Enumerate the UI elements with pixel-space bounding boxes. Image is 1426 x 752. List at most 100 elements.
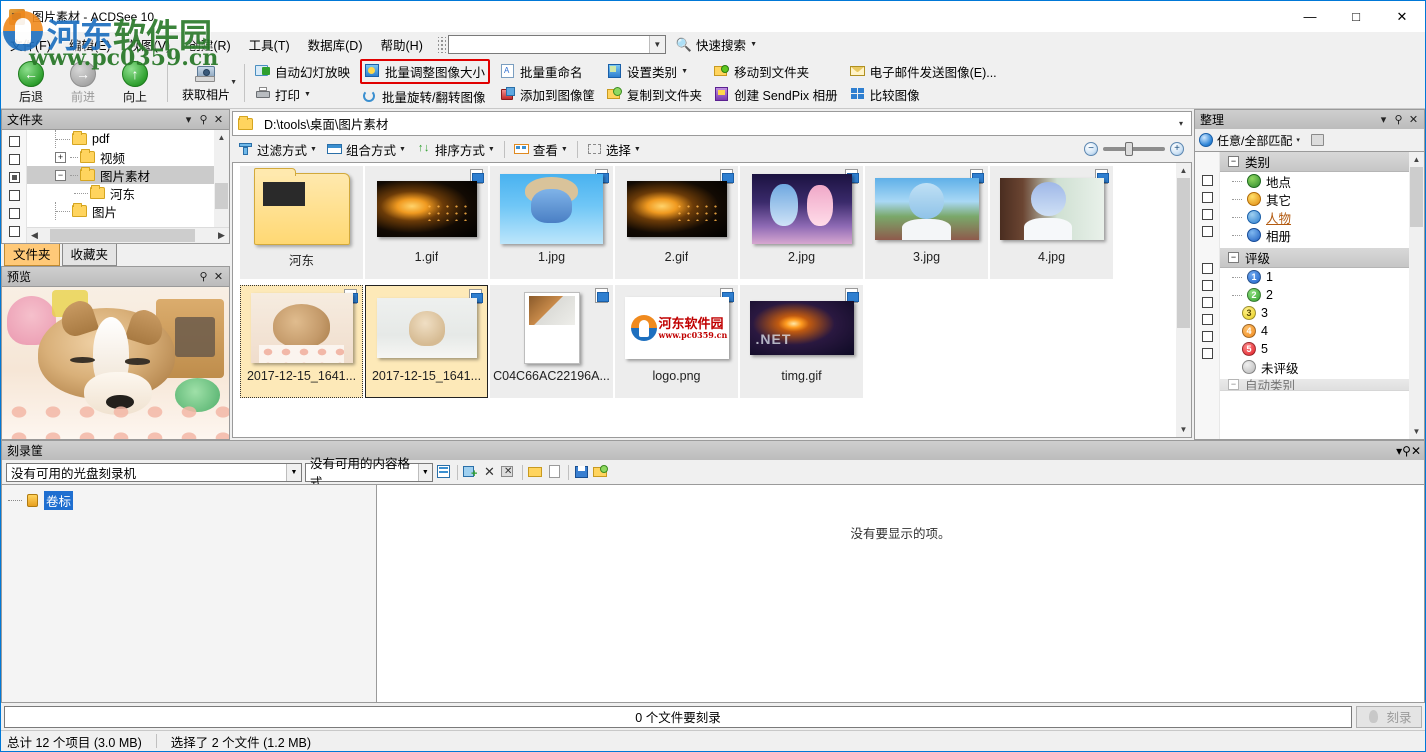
match-mode-label[interactable]: 任意/全部匹配 [1217, 132, 1292, 149]
folder-checkbox[interactable] [8, 226, 20, 237]
zoom-out-button[interactable]: − [1084, 142, 1098, 156]
chevron-down-icon[interactable]: ▼ [634, 146, 641, 153]
chevron-down-icon[interactable]: ▼ [399, 146, 406, 153]
rating-checkbox[interactable] [1201, 348, 1213, 359]
add-files-icon[interactable]: + [463, 464, 479, 480]
thumbnail-item[interactable]: 1.gif [365, 166, 488, 279]
vscroll-track[interactable] [214, 145, 229, 228]
menu-database[interactable]: 数据库(D) [299, 32, 372, 57]
group-header-categories[interactable]: − 类别 [1220, 152, 1424, 172]
category-checkbox[interactable] [1201, 192, 1213, 203]
burn-volume-tree[interactable]: 卷标 [1, 484, 376, 703]
thumbnail-item[interactable]: 3.jpg [865, 166, 988, 279]
scroll-down-icon[interactable]: ▼ [1176, 422, 1191, 437]
category-item-other[interactable]: 其它 [1220, 190, 1424, 208]
format-select[interactable]: 没有可用的内容格式 ▼ [305, 457, 433, 490]
scroll-up-icon[interactable]: ▲ [1409, 152, 1424, 167]
back-button[interactable]: 后退 [5, 60, 57, 105]
menu-tools[interactable]: 工具(T) [240, 32, 299, 57]
remove-icon[interactable]: ✕ [482, 464, 498, 480]
quick-search-button[interactable]: 🔍 快速搜索 ▼ [676, 35, 757, 54]
scroll-up-icon[interactable]: ▲ [1176, 163, 1191, 178]
filter-by-button[interactable]: 过滤方式 ▼ [234, 138, 321, 161]
vscroll-track[interactable] [1409, 167, 1424, 424]
set-category-button[interactable]: 设置类别 ▼ [603, 61, 706, 82]
sort-by-button[interactable]: ↑ ↓ 排序方式 ▼ [412, 138, 499, 161]
category-item-album[interactable]: 相册 [1220, 226, 1424, 244]
close-button[interactable]: ✕ [1379, 1, 1425, 32]
vscroll-track[interactable] [1176, 178, 1191, 422]
batch-rotate-button[interactable]: 批量旋转/翻转图像 [358, 86, 492, 107]
scroll-right-icon[interactable]: ▶ [214, 230, 229, 241]
thumbnail-item[interactable]: C04C66AC22196A... [490, 285, 613, 398]
grid-vscrollbar[interactable]: ▲ ▼ [1176, 163, 1191, 437]
chevron-down-icon[interactable]: ▼ [304, 91, 311, 98]
chevron-down-icon[interactable]: ▼ [417, 463, 432, 481]
organize-vscrollbar[interactable]: ▲ ▼ [1409, 152, 1424, 439]
category-item-people[interactable]: 人物 [1220, 208, 1424, 226]
view-button[interactable]: 查看 ▼ [510, 138, 572, 161]
collapse-icon[interactable]: − [1228, 379, 1239, 390]
thumbnail-item[interactable]: 2.jpg [740, 166, 863, 279]
scroll-left-icon[interactable]: ◀ [27, 230, 42, 241]
new-file-icon[interactable] [547, 464, 563, 480]
search-dropdown-icon[interactable]: ▼ [648, 36, 665, 53]
menu-create[interactable]: 创建(R) [179, 32, 239, 57]
category-checkbox[interactable] [1201, 209, 1213, 220]
scroll-down-icon[interactable]: ▼ [1409, 424, 1424, 439]
folder-checkbox[interactable] [8, 172, 20, 183]
toolbar-grip[interactable] [437, 36, 446, 53]
chevron-down-icon[interactable]: ▾ [1376, 113, 1391, 126]
thumbnail-grid[interactable]: 河东 1.gif 1.jpg 2.gif 2.jpg 3.jpg 4.jpg 2… [232, 162, 1192, 438]
folder-checkbox[interactable] [8, 154, 20, 165]
compare-images-button[interactable]: 比较图像 [846, 84, 1001, 105]
collapse-icon[interactable]: − [1228, 252, 1239, 263]
category-checkbox[interactable] [1201, 175, 1213, 186]
forward-button[interactable]: 前进 [57, 60, 109, 105]
folder-checkbox[interactable] [8, 190, 20, 201]
collapse-icon[interactable]: − [55, 169, 66, 181]
burn-button[interactable]: 刻录 [1356, 705, 1422, 728]
print-button[interactable]: 打印 ▼ [251, 84, 354, 105]
menu-help[interactable]: 帮助(H) [372, 32, 432, 57]
folder-checkbox[interactable] [8, 136, 20, 147]
expand-icon[interactable]: + [55, 151, 66, 163]
tree-item-pictures-material[interactable]: − 图片素材 [27, 166, 229, 184]
save-icon[interactable] [574, 464, 590, 480]
properties-icon[interactable] [436, 464, 452, 480]
new-category-icon[interactable] [1310, 132, 1326, 148]
copy-to-folder-button[interactable]: 复制到文件夹 [603, 84, 706, 105]
select-button[interactable]: 选择 ▼ [583, 138, 645, 161]
thumbnail-item[interactable]: 河东软件园 www.pc0359.cn logo.png [615, 285, 738, 398]
rating-checkbox[interactable] [1201, 297, 1213, 308]
group-header-ratings[interactable]: − 评级 [1220, 248, 1424, 268]
category-item-location[interactable]: 地点 [1220, 172, 1424, 190]
volume-label-row[interactable]: 卷标 [8, 491, 376, 510]
pin-icon[interactable]: ⚲ [1402, 444, 1411, 458]
up-button[interactable]: 向上 [109, 60, 161, 105]
thumbnail-folder-hedong[interactable]: 河东 [240, 166, 363, 279]
thumbnail-item[interactable]: .NET timg.gif [740, 285, 863, 398]
create-sendpix-button[interactable]: 创建 SendPix 相册 [710, 84, 842, 105]
tree-item-video[interactable]: + 视频 [27, 148, 229, 166]
rating-item-3[interactable]: 3 3 [1220, 304, 1424, 322]
close-icon[interactable]: ✕ [211, 113, 226, 126]
chevron-down-icon[interactable]: ▾ [1296, 136, 1300, 144]
chevron-down-icon[interactable]: ▼ [488, 146, 495, 153]
search-box[interactable]: ▼ [447, 35, 666, 54]
rating-checkbox[interactable] [1201, 331, 1213, 342]
chevron-down-icon[interactable]: ▼ [310, 146, 317, 153]
rating-item-4[interactable]: 4 4 [1220, 322, 1424, 340]
category-checkbox[interactable] [1201, 226, 1213, 237]
burner-select[interactable]: 没有可用的光盘刻录机 ▼ [6, 462, 302, 482]
vscroll-thumb[interactable] [215, 183, 228, 209]
pin-icon[interactable]: ⚲ [1391, 113, 1406, 126]
close-icon[interactable]: ✕ [211, 270, 226, 283]
load-icon[interactable] [593, 464, 609, 480]
thumbnail-item[interactable]: 4.jpg [990, 166, 1113, 279]
vscroll-thumb[interactable] [1410, 167, 1423, 227]
open-folder-icon[interactable] [528, 464, 544, 480]
menu-edit[interactable]: 编辑(E) [60, 32, 120, 57]
chevron-down-icon[interactable]: ▼ [286, 463, 301, 481]
rating-item-5[interactable]: 5 5 [1220, 340, 1424, 358]
